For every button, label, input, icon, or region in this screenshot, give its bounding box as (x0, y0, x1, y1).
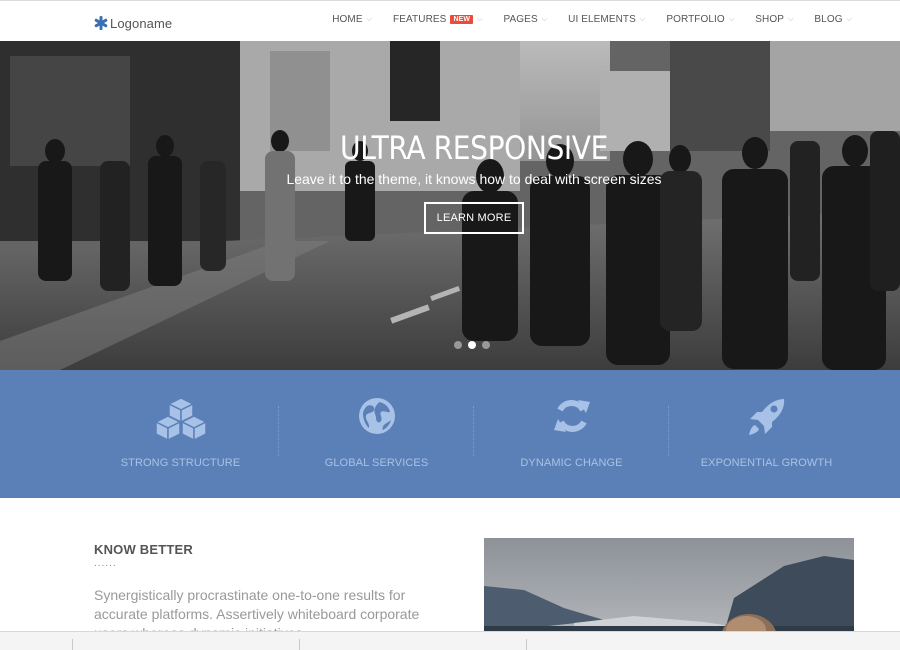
feature-label: GLOBAL SERVICES (324, 457, 429, 469)
hero-title: ULTRA RESPONSIVE (340, 129, 608, 167)
divider (526, 639, 527, 650)
nav-shop-label: SHOP (755, 14, 784, 25)
nav-blog-label: BLOG (814, 14, 843, 25)
features-band: STRONG STRUCTURE GLOBAL SERVICES DYNAMIC… (0, 370, 900, 498)
nav-home-label: HOME (332, 14, 363, 25)
nav-home[interactable]: HOME ⌵ (332, 14, 372, 25)
feature-global-services[interactable]: GLOBAL SERVICES (279, 370, 474, 498)
nav-ui-elements-label: UI ELEMENTS (568, 14, 636, 25)
nav-portfolio-label: PORTFOLIO (666, 14, 725, 25)
nav-shop[interactable]: SHOP ⌵ (755, 14, 793, 25)
slide-dot-1[interactable] (454, 341, 462, 349)
nav-pages-label: PAGES (503, 14, 538, 25)
new-badge: NEW (450, 15, 474, 24)
learn-more-button[interactable]: LEARN MORE (424, 202, 524, 234)
chevron-down-icon: ⌵ (787, 15, 794, 23)
chevron-down-icon: ⌵ (366, 15, 373, 23)
cubes-icon (153, 397, 208, 440)
chevron-down-icon: ⌵ (541, 15, 548, 23)
feature-label: DYNAMIC CHANGE (520, 457, 623, 469)
section-title: KNOW BETTER (94, 542, 193, 557)
hero-subtitle: Leave it to the theme, it knows how to d… (286, 171, 662, 187)
main-nav: HOME ⌵ FEATURES NEW ⌵ PAGES ⌵ UI ELEMENTS ⌵ P… (332, 14, 852, 25)
site-header: Logoname HOME ⌵ FEATURES NEW ⌵ PAGES ⌵ UI EL… (0, 0, 900, 41)
logo[interactable]: Logoname (93, 15, 172, 31)
feature-dynamic-change[interactable]: DYNAMIC CHANGE (474, 370, 669, 498)
globe-icon (358, 398, 395, 434)
logo-text: Logoname (110, 15, 173, 31)
asterisk-logo-icon (94, 16, 108, 30)
chevron-down-icon: ⌵ (639, 15, 646, 23)
feature-label: STRONG STRUCTURE (120, 457, 241, 469)
chevron-down-icon: ⌵ (846, 15, 852, 23)
slide-dot-2[interactable] (468, 341, 476, 349)
feature-strong-structure[interactable]: STRONG STRUCTURE (83, 370, 278, 498)
nav-pages[interactable]: PAGES ⌵ (504, 14, 548, 25)
nav-portfolio[interactable]: PORTFOLIO ⌵ (666, 14, 734, 25)
nav-features[interactable]: FEATURES NEW ⌵ (393, 14, 482, 25)
slide-dot-3[interactable] (482, 341, 490, 349)
nav-ui-elements[interactable]: UI ELEMENTS ⌵ (568, 14, 645, 25)
nav-features-label: FEATURES (393, 14, 447, 25)
feature-label: EXPONENTIAL GROWTH (700, 457, 833, 469)
chevron-down-icon: ⌵ (477, 15, 483, 23)
divider (72, 639, 73, 650)
feature-exponential-growth[interactable]: EXPONENTIAL GROWTH (669, 370, 864, 498)
hero-slider: ULTRA RESPONSIVE Leave it to the theme, … (0, 41, 900, 370)
title-separator: ...... (94, 558, 117, 569)
nav-blog[interactable]: BLOG ⌵ (814, 14, 852, 25)
rocket-icon (748, 399, 784, 435)
bottom-bar (0, 631, 900, 650)
slider-pagination (454, 341, 496, 349)
refresh-icon (553, 400, 590, 432)
chevron-down-icon: ⌵ (728, 15, 735, 23)
divider (299, 639, 300, 650)
